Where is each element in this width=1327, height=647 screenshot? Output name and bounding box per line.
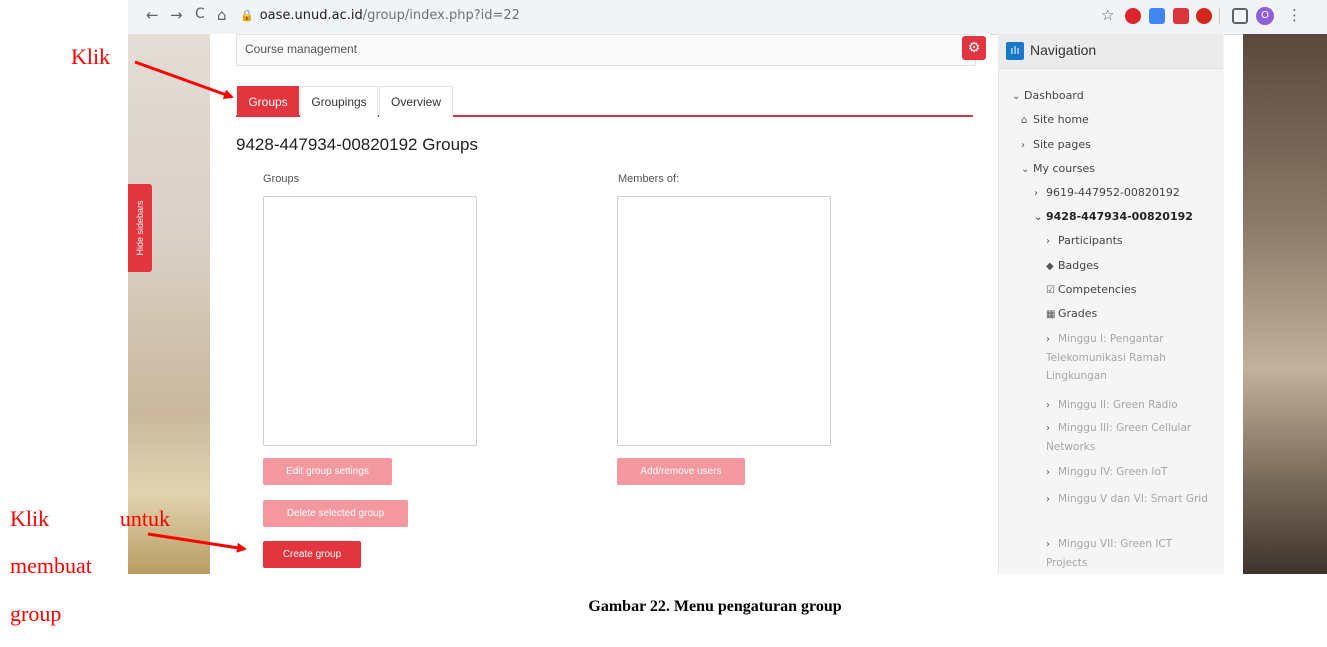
annotation-arrows: [134, 60, 247, 553]
arrow-to-create-group: [147, 532, 247, 553]
arrow-to-groups-tab: [134, 60, 234, 99]
figure-caption: Gambar 22. Menu pengaturan group: [588, 598, 842, 615]
